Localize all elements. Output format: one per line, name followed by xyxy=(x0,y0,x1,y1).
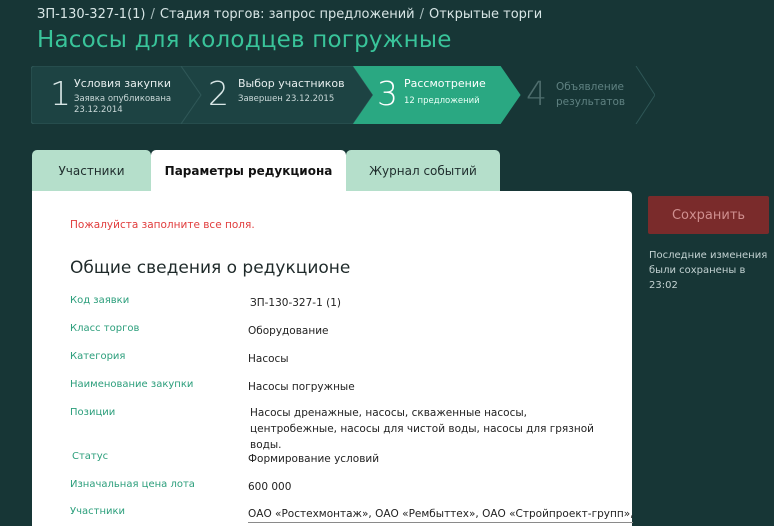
step-label: Рассмотрение xyxy=(404,77,486,90)
breadcrumb-separator: / xyxy=(419,7,424,22)
page: ЗП-130-327-1(1) / Стадия торгов: запрос пр… xyxy=(0,0,774,526)
step-subtitle: Завершен 23.12.2015 xyxy=(238,94,335,104)
stepper: 1 Условия закупки Заявка опубликована 23.… xyxy=(31,66,655,124)
breadcrumb-separator: / xyxy=(150,7,155,22)
section-title: Общие сведения о редукционе xyxy=(70,258,351,278)
field-label: Участники xyxy=(70,506,126,517)
page-title: Насосы для колодцев погружные xyxy=(37,27,452,53)
breadcrumb-stage: Стадия торгов: запрос предложений xyxy=(159,7,415,22)
step-label: Объявление результатов xyxy=(556,81,626,108)
form-panel: Пожалуйста заполните все поля. Общие све… xyxy=(32,191,634,526)
validation-alert: Пожалуйста заполните все поля. xyxy=(70,219,255,231)
field-value: 600 000 xyxy=(248,481,292,493)
step-participants-selection[interactable]: 2 Выбор участников Завершен 23.12.2015 xyxy=(181,66,351,124)
step-label: Условия закупки xyxy=(74,77,171,90)
tab-event-log[interactable]: Журнал событий xyxy=(346,150,500,192)
save-button[interactable]: Сохранить xyxy=(648,196,769,234)
save-status-note: Последние изменения были сохранены в 23:… xyxy=(649,250,768,291)
field-value: ЗП-130-327-1 (1) xyxy=(250,297,341,309)
step-number: 3 xyxy=(377,74,398,113)
step-number: 2 xyxy=(208,74,229,113)
step-subtitle: Заявка опубликована 23.12.2014 xyxy=(74,94,172,115)
breadcrumb-code[interactable]: ЗП-130-327-1(1) xyxy=(37,7,146,22)
field-label: Класс торгов xyxy=(70,323,140,334)
field-label: Код заявки xyxy=(70,295,130,306)
field-value: Оборудование xyxy=(248,325,329,337)
participants-link[interactable]: ОАО «Ростехмонтаж», ОАО «Рембыттех», ОАО… xyxy=(248,506,634,523)
field-value: Формирование условий xyxy=(248,453,380,465)
step-conditions[interactable]: 1 Условия закупки Заявка опубликована 23.… xyxy=(31,66,181,124)
breadcrumb-type: Открытые торги xyxy=(429,7,543,22)
field-value: Насосы дренажные, насосы, скваженные нас… xyxy=(250,407,594,451)
tab-reduction-params[interactable]: Параметры редукциона xyxy=(151,150,346,192)
breadcrumb: ЗП-130-327-1(1) / Стадия торгов: запрос пр… xyxy=(37,7,542,22)
step-number: 1 xyxy=(50,74,71,113)
step-number: 4 xyxy=(526,74,547,113)
step-results: 4 Объявление результатов xyxy=(526,66,666,124)
field-label: Наименование закупки xyxy=(70,379,194,390)
field-value: Насосы погружные xyxy=(248,381,355,393)
field-label: Статус xyxy=(72,451,109,462)
field-label: Изначальная цена лота xyxy=(70,479,195,490)
step-review[interactable]: 3 Рассмотрение 12 предложений xyxy=(353,66,523,124)
field-label: Позиции xyxy=(70,407,116,418)
step-subtitle: 12 предложений xyxy=(404,96,480,106)
field-value: Насосы xyxy=(248,353,289,365)
tab-participants[interactable]: Участники xyxy=(32,150,151,192)
field-label: Категория xyxy=(70,351,126,362)
step-label: Выбор участников xyxy=(238,77,345,90)
